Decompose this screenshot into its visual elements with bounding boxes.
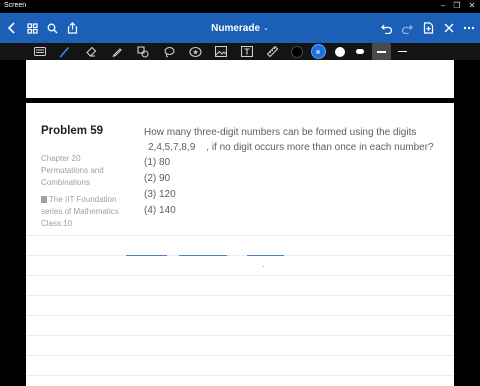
- stroke-medium[interactable]: [372, 43, 391, 60]
- close-window-icon[interactable]: ✕: [465, 0, 479, 13]
- pen-icon[interactable]: [56, 43, 74, 60]
- ruler-icon[interactable]: [263, 43, 281, 60]
- drawing-toolbar: [0, 43, 480, 60]
- blank-line-1: [126, 255, 167, 256]
- highlighter-icon[interactable]: [108, 43, 126, 60]
- option-1: (1) 80: [144, 157, 171, 168]
- share-icon[interactable]: [62, 13, 82, 43]
- redo-icon[interactable]: [397, 13, 417, 43]
- undo-icon[interactable]: [377, 13, 397, 43]
- add-page-icon[interactable]: [418, 13, 438, 43]
- document-title: Numerade: [211, 22, 261, 34]
- chapter-number: Chapter 20: [41, 154, 81, 163]
- os-title-bar: Screen – ❐ ✕: [0, 0, 480, 13]
- question-line2: 2,4,5,7,8,9 , if no digit occurs more tha…: [144, 142, 434, 154]
- chevron-down-icon: ⌄: [263, 25, 269, 32]
- ink-dot: [263, 266, 264, 267]
- notebook-canvas[interactable]: Problem 59 Chapter 20 Permutations and C…: [0, 60, 480, 386]
- keyboard-icon[interactable]: [31, 43, 49, 60]
- os-window-title: Screen: [4, 2, 27, 9]
- maximize-icon[interactable]: ❐: [450, 0, 464, 13]
- text-tool-icon[interactable]: [238, 43, 256, 60]
- option-3: (3) 120: [144, 189, 176, 200]
- back-icon[interactable]: [2, 13, 22, 43]
- question-condition: , if no digit occurs more than once in e…: [206, 142, 434, 153]
- shapes-icon[interactable]: [134, 43, 152, 60]
- book-icon: [41, 196, 47, 203]
- stroke-thick[interactable]: [351, 43, 369, 60]
- color-white[interactable]: [331, 43, 349, 60]
- book-line1: The IIT Foundation: [41, 194, 116, 206]
- question-line1: How many three-digit numbers can be form…: [144, 127, 417, 138]
- problem-title: Problem 59: [41, 125, 103, 137]
- book-title-line1: The IIT Foundation: [49, 195, 117, 204]
- chapter-name-line2: Combinations: [41, 178, 90, 187]
- document-title-menu[interactable]: Numerade ⌄: [190, 13, 290, 43]
- previous-page[interactable]: [26, 60, 454, 98]
- blank-line-3: [247, 255, 284, 256]
- more-icon[interactable]: [459, 13, 479, 43]
- lasso-icon[interactable]: [160, 43, 178, 60]
- book-title-line2: series of Mathematics: [41, 207, 119, 216]
- question-digits: 2,4,5,7,8,9: [148, 142, 196, 153]
- app-toolbar: Numerade ⌄: [0, 13, 480, 43]
- option-2: (2) 90: [144, 173, 171, 184]
- image-icon[interactable]: [212, 43, 230, 60]
- book-title-line3: Class:10: [41, 219, 73, 228]
- chapter-name-line1: Permutations and: [41, 166, 104, 175]
- search-icon[interactable]: [42, 13, 62, 43]
- sticker-icon[interactable]: [186, 43, 204, 60]
- color-black[interactable]: [288, 43, 306, 60]
- eraser-icon[interactable]: [82, 43, 100, 60]
- close-icon[interactable]: [439, 13, 459, 43]
- minimize-icon[interactable]: –: [436, 0, 450, 13]
- option-4: (4) 140: [144, 205, 176, 216]
- current-page[interactable]: Problem 59 Chapter 20 Permutations and C…: [26, 103, 454, 386]
- stroke-thin[interactable]: [393, 43, 411, 60]
- color-blue[interactable]: [309, 43, 327, 60]
- blank-line-2: [179, 255, 227, 256]
- grid-icon[interactable]: [22, 13, 42, 43]
